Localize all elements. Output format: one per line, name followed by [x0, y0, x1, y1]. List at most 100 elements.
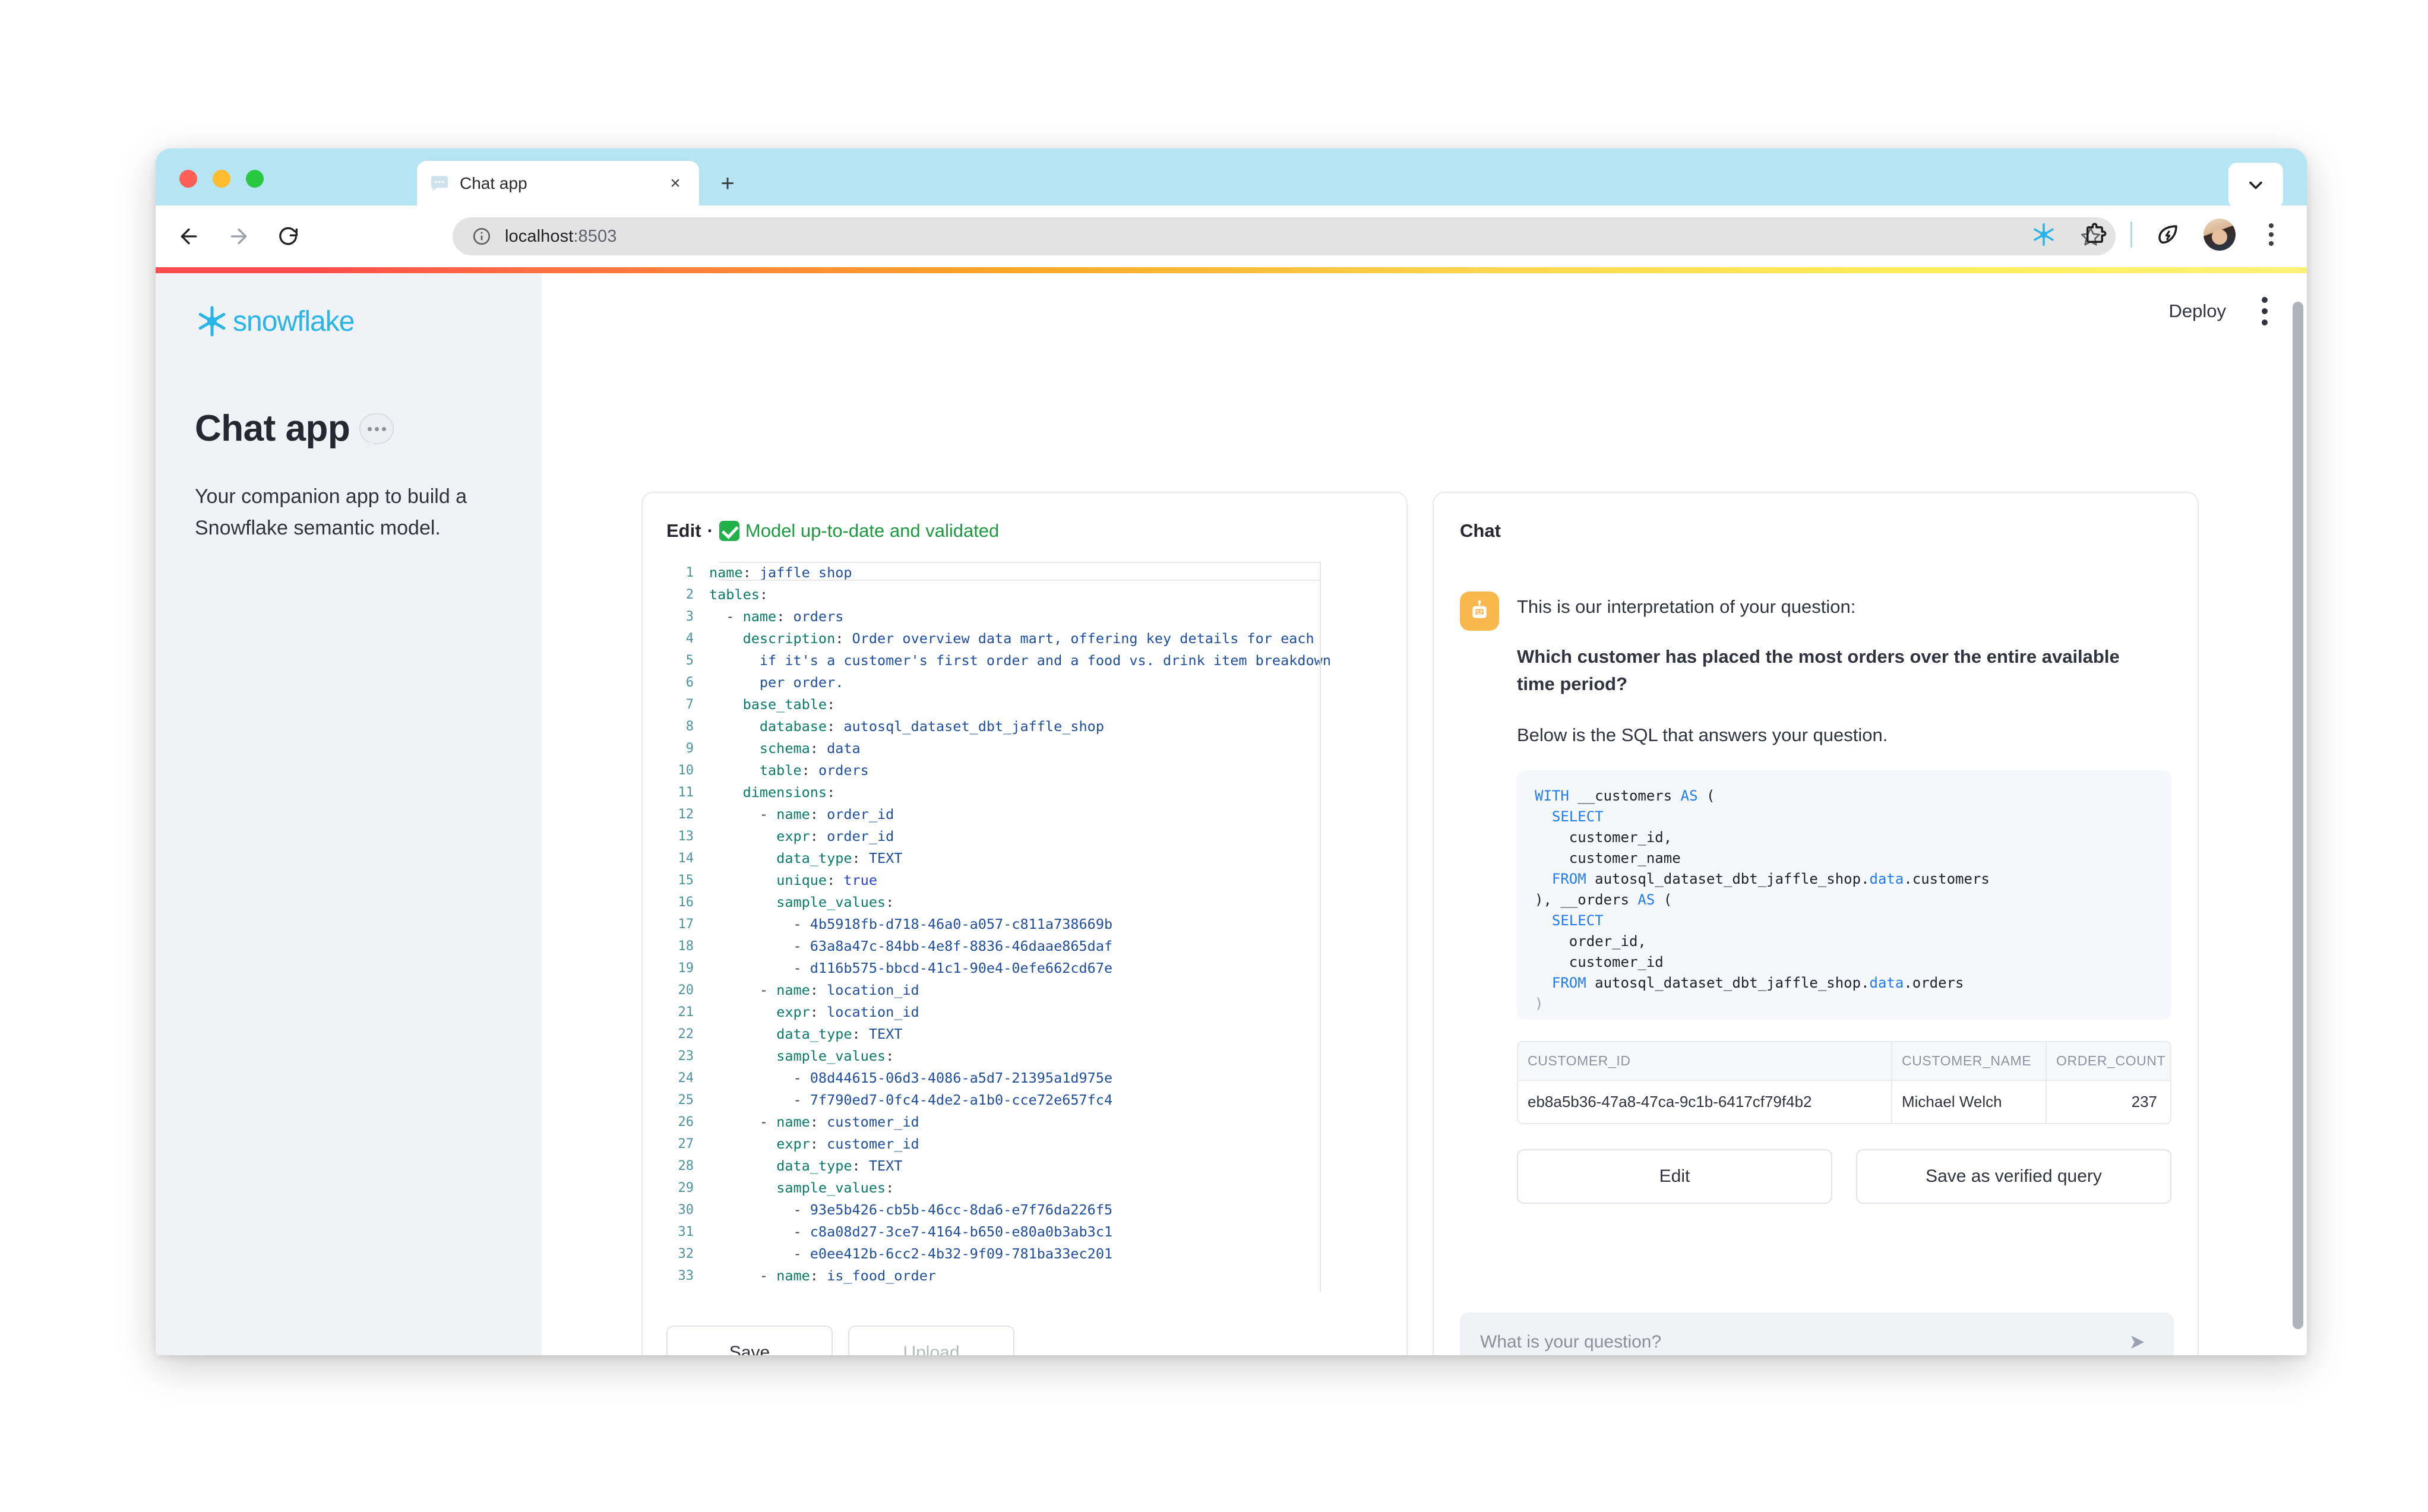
- edit-panel-buttons: Save Upload: [666, 1326, 1014, 1355]
- chat-input-box[interactable]: What is your question?: [1460, 1312, 2174, 1355]
- line-number: 2: [666, 584, 709, 606]
- send-arrow-icon[interactable]: [2124, 1327, 2154, 1355]
- minimize-window-button[interactable]: [213, 170, 230, 188]
- chat-panel-header: Chat: [1460, 520, 2171, 542]
- code-line: 28 data_type: TEXT: [666, 1155, 1385, 1177]
- page-loading-bar: [156, 267, 2307, 273]
- browser-tab-strip: Chat app × +: [156, 148, 2307, 205]
- line-number: 21: [666, 1001, 709, 1023]
- close-tab-icon[interactable]: ×: [663, 172, 687, 195]
- reload-icon[interactable]: [272, 220, 305, 253]
- column-header: CUSTOMER_NAME: [1892, 1042, 2047, 1080]
- browser-menu-icon[interactable]: [2256, 219, 2287, 250]
- sql-intro-text: Below is the SQL that answers your quest…: [1517, 722, 2171, 749]
- code-line: 6 per order.: [666, 672, 1385, 694]
- close-window-button[interactable]: [179, 170, 197, 188]
- code-text: base_table:: [709, 694, 1385, 716]
- sql-line: SELECT: [1535, 806, 2154, 827]
- interpreted-question: Which customer has placed the most order…: [1517, 643, 2135, 698]
- toolbar-divider: [2130, 222, 2132, 248]
- chat-panel: Chat: [1433, 492, 2199, 1355]
- browser-tab[interactable]: Chat app ×: [417, 161, 699, 205]
- sql-line: order_id,: [1535, 931, 2154, 952]
- chat-input-placeholder[interactable]: What is your question?: [1480, 1332, 2124, 1352]
- code-line: 30 - 93e5b426-cb5b-46cc-8da6-e7f76da226f…: [666, 1199, 1385, 1221]
- sql-line: FROM autosql_dataset_dbt_jaffle_shop.dat…: [1535, 973, 2154, 994]
- page-scrollbar[interactable]: [2293, 302, 2303, 1329]
- sql-line: customer_id: [1535, 952, 2154, 973]
- line-number: 1: [666, 562, 709, 584]
- toolbar-icons: [2028, 219, 2287, 251]
- header-separator: ·: [707, 520, 713, 542]
- edit-query-button[interactable]: Edit: [1517, 1149, 1832, 1204]
- puzzle-extensions-icon[interactable]: [2079, 219, 2110, 250]
- forward-icon[interactable]: [222, 220, 255, 253]
- code-line: 17 - 4b5918fb-d718-46a0-a057-c811a738669…: [666, 913, 1385, 935]
- site-info-icon[interactable]: [469, 224, 494, 249]
- chevron-down-icon[interactable]: [2228, 163, 2283, 208]
- save-button[interactable]: Save: [666, 1326, 833, 1355]
- code-text: sample_values:: [709, 1177, 1385, 1199]
- line-number: 8: [666, 716, 709, 738]
- code-line: 5 if it's a customer's first order and a…: [666, 650, 1385, 672]
- code-text: - name: customer_id: [709, 1111, 1385, 1133]
- line-number: 25: [666, 1089, 709, 1111]
- code-line-list: 1name: jaffle_shop2tables:3 - name: orde…: [666, 562, 1385, 1287]
- code-text: - name: is_food_order: [709, 1265, 1385, 1287]
- page-title-text: Chat app: [195, 409, 350, 449]
- yaml-code-editor[interactable]: 1name: jaffle_shop2tables:3 - name: orde…: [666, 562, 1385, 1292]
- line-number: 4: [666, 628, 709, 650]
- code-line: 15 unique: true: [666, 869, 1385, 891]
- validation-status: Model up-to-date and validated: [745, 520, 999, 542]
- app-subtitle: Your companion app to build a Snowflake …: [195, 481, 502, 543]
- upload-button[interactable]: Upload: [848, 1326, 1014, 1355]
- code-text: - 93e5b426-cb5b-46cc-8da6-e7f76da226f5: [709, 1199, 1385, 1221]
- code-line: 31 - c8a08d27-3ce7-4164-b650-e80a0b3ab3c…: [666, 1221, 1385, 1243]
- code-text: - e0ee412b-6cc2-4b32-9f09-781ba33ec201: [709, 1243, 1385, 1265]
- cell-customer-id: eb8a5b36-47a8-47ca-9c1b-6417cf79f4b2: [1518, 1081, 1892, 1123]
- window-controls[interactable]: [179, 170, 264, 188]
- snowflake-extension-icon[interactable]: [2028, 219, 2059, 250]
- address-bar[interactable]: localhost:8503: [453, 217, 2116, 255]
- line-number: 15: [666, 869, 709, 891]
- code-line: 33 - name: is_food_order: [666, 1265, 1385, 1287]
- new-tab-button[interactable]: +: [714, 170, 741, 197]
- maximize-window-button[interactable]: [246, 170, 264, 188]
- app-main: Deploy Edit · Model up-to-date and valid…: [542, 273, 2307, 1355]
- deploy-button[interactable]: Deploy: [2169, 300, 2227, 322]
- code-line: 7 base_table:: [666, 694, 1385, 716]
- line-number: 11: [666, 782, 709, 804]
- line-number: 32: [666, 1243, 709, 1265]
- code-text: description: Order overview data mart, o…: [709, 628, 1385, 650]
- save-verified-query-button[interactable]: Save as verified query: [1856, 1149, 2171, 1204]
- back-icon[interactable]: [172, 220, 206, 253]
- app-menu-icon[interactable]: [2262, 297, 2268, 325]
- check-mark-icon: [719, 521, 739, 541]
- code-line: 18 - 63a8a47c-84bb-4e8f-8836-46daae865da…: [666, 935, 1385, 957]
- url-text: localhost:8503: [505, 227, 617, 246]
- browser-window: Chat app × + localhost:8: [156, 148, 2307, 1355]
- code-line: 32 - e0ee412b-6cc2-4b32-9f09-781ba33ec20…: [666, 1243, 1385, 1265]
- code-line: 8 database: autosql_dataset_dbt_jaffle_s…: [666, 716, 1385, 738]
- chat-action-buttons: Edit Save as verified query: [1517, 1149, 2171, 1204]
- snowflake-logo: snowflake: [195, 304, 502, 339]
- profile-avatar[interactable]: [2203, 219, 2236, 251]
- code-line: 21 expr: location_id: [666, 1001, 1385, 1023]
- snowflake-wordmark: snowflake: [233, 305, 354, 338]
- line-number: 3: [666, 606, 709, 628]
- assistant-message-body: This is our interpretation of your quest…: [1517, 591, 2171, 1204]
- line-number: 18: [666, 935, 709, 957]
- sql-line: SELECT: [1535, 910, 2154, 931]
- code-text: data_type: TEXT: [709, 847, 1385, 869]
- line-number: 14: [666, 847, 709, 869]
- code-text: dimensions:: [709, 782, 1385, 804]
- table-row: eb8a5b36-47a8-47ca-9c1b-6417cf79f4b2 Mic…: [1518, 1081, 2170, 1123]
- line-number: 9: [666, 738, 709, 760]
- code-text: expr: customer_id: [709, 1133, 1385, 1155]
- line-number: 28: [666, 1155, 709, 1177]
- sql-line-list: WITH __customers AS ( SELECT customer_id…: [1535, 786, 2154, 1014]
- cell-customer-name: Michael Welch: [1892, 1081, 2047, 1123]
- leaf-performance-icon[interactable]: [2152, 219, 2183, 250]
- code-text: tables:: [709, 584, 1385, 606]
- code-line: 16 sample_values:: [666, 891, 1385, 913]
